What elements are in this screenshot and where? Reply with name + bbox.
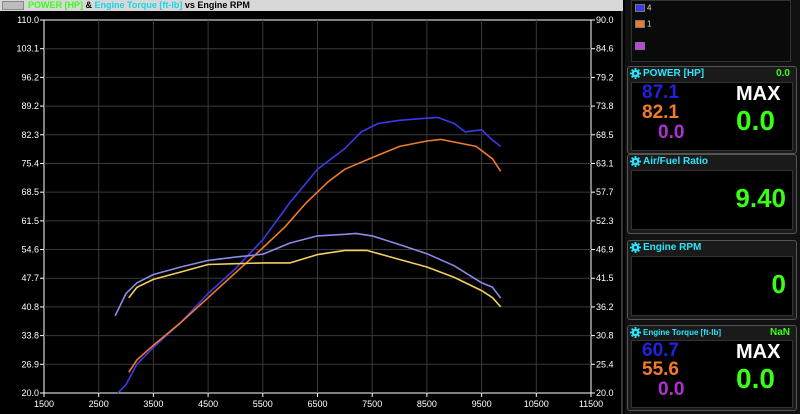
x-tick-label: 9500 [472,399,492,409]
chart-title-power: POWER [HP] [28,0,83,10]
gauge-torque[interactable]: Engine Torque [ft-lb] NaN 60.7 55.6 0.0 … [627,325,797,411]
gauge-header: Engine RPM [630,242,794,256]
y-right-tick-label: 52.3 [596,216,614,226]
max-label: MAX [736,341,781,363]
gear-icon[interactable] [630,156,641,167]
y-left-tick-label: 20.0 [21,388,39,398]
gauge-header: Engine Torque [ft-lb] NaN [630,327,794,341]
max-label: MAX [736,83,781,105]
gauge-rpm[interactable]: Engine RPM 0 [627,240,797,320]
y-left-tick-label: 89.2 [21,101,39,111]
x-tick-label: 7500 [362,399,382,409]
legend-item-run-4[interactable]: 4 [635,3,651,15]
x-tick-label: 3500 [143,399,163,409]
chart-panel: POWER [HP] & Engine Torque [ft-lb] vs En… [0,0,623,414]
x-tick-label: 5500 [253,399,273,409]
chart-menu-button[interactable] [2,1,24,10]
gauge-title: Engine Torque [ft-lb] [643,328,722,337]
gauge-screen: 0 [631,256,793,316]
legend-label: 1 [647,19,652,29]
y-left-tick-label: 110.0 [17,15,39,25]
y-right-tick-label: 79.2 [596,72,614,82]
run-3-value: 0.0 [658,379,685,400]
y-right-tick-label: 30.8 [596,331,614,341]
x-tick-label: 11500 [579,399,603,409]
gauge-screen: 9.40 [631,170,793,230]
dyno-chart[interactable]: 1500 2500 3500 4500 5500 6500 7500 8500 9500 1050… [0,11,623,414]
run-1-value: 82.1 [642,102,679,123]
y-right-tick-label: 90.0 [596,15,614,25]
run-4-value: 87.1 [642,82,679,103]
gauge-corner-value: NaN [769,327,790,338]
current-value: 0.0 [736,363,775,394]
gauge-header: Air/Fuel Ratio [630,156,794,170]
legend-label: 4 [647,3,652,13]
y-left-tick-label: 61.5 [21,216,39,226]
gauge-title: Engine RPM [643,242,702,253]
legend-swatch [635,41,645,50]
rpm-value: 0 [771,269,786,299]
y-right-tick-label: 68.5 [596,130,614,140]
gear-icon[interactable] [630,242,641,253]
y-left-tick-label: 96.2 [21,72,39,82]
chart-title-bar: POWER [HP] & Engine Torque [ft-lb] vs En… [0,0,623,11]
gauge-power[interactable]: POWER [HP] 0.0 87.1 82.1 0.0 MAX 0.0 [627,66,797,154]
run-legend: 4 1 [631,0,791,62]
y-right-tick-label: 57.7 [596,187,614,197]
y-left-tick-label: 82.3 [21,130,39,140]
y-left-tick-label: 33.8 [21,331,39,341]
y-left-tick-label: 40.8 [21,302,39,312]
gauge-afr[interactable]: Air/Fuel Ratio 9.40 [627,154,797,234]
current-value: 0.0 [736,105,775,136]
gauge-screen: 60.7 55.6 0.0 MAX 0.0 [631,340,793,408]
y-left-tick-label: 75.4 [21,158,39,168]
gauge-screen: 87.1 82.1 0.0 MAX 0.0 [631,82,793,151]
y-right-tick-label: 46.9 [596,245,614,255]
run-1-value: 55.6 [642,359,679,380]
y-right-tick-label: 41.5 [596,273,614,283]
gauge-header: POWER [HP] 0.0 [630,68,794,82]
y-left-tick-label: 47.7 [21,273,39,283]
legend-swatch [635,19,645,28]
gauge-title: Air/Fuel Ratio [643,156,709,167]
right-panel: 4 1 POWER [HP] 0.0 87.1 82.1 0.0 MAX 0.0 [625,0,800,414]
y-right-tick-label: 25.4 [596,359,614,369]
gear-icon[interactable] [630,327,641,338]
y-right-tick-label: 20.0 [596,388,614,398]
x-tick-label: 2500 [89,399,109,409]
x-tick-label: 6500 [307,399,327,409]
gauge-corner-value: 0.0 [776,68,790,79]
x-tick-label: 10500 [524,399,549,409]
y-right-tick-label: 36.2 [596,302,614,312]
run-3-value: 0.0 [658,122,685,143]
gauge-title: POWER [HP] [643,68,705,79]
y-left-tick-label: 68.5 [21,187,39,197]
afr-value: 9.40 [735,183,786,213]
y-right-tick-label: 84.6 [596,44,614,54]
x-tick-label: 8500 [417,399,437,409]
x-tick-label: 1500 [34,399,54,409]
chart-title-vs: vs Engine RPM [182,0,250,10]
y-left-tick-label: 103.1 [16,44,39,54]
legend-swatch [635,3,645,12]
chart-title-and: & [83,0,95,10]
x-tick-label: 4500 [198,399,218,409]
chart-title: POWER [HP] & Engine Torque [ft-lb] vs En… [28,0,250,10]
dyno-app: POWER [HP] & Engine Torque [ft-lb] vs En… [0,0,800,414]
y-left-tick-label: 26.9 [21,359,39,369]
y-right-tick-label: 73.8 [596,101,614,111]
chart-title-torque: Engine Torque [ft-lb] [94,0,183,10]
y-left-tick-label: 54.6 [21,245,39,255]
y-right-tick-label: 63.1 [596,158,614,168]
legend-item-run-1[interactable]: 1 [635,19,651,31]
legend-item-run-3[interactable] [635,41,647,53]
gear-icon[interactable] [630,68,641,79]
